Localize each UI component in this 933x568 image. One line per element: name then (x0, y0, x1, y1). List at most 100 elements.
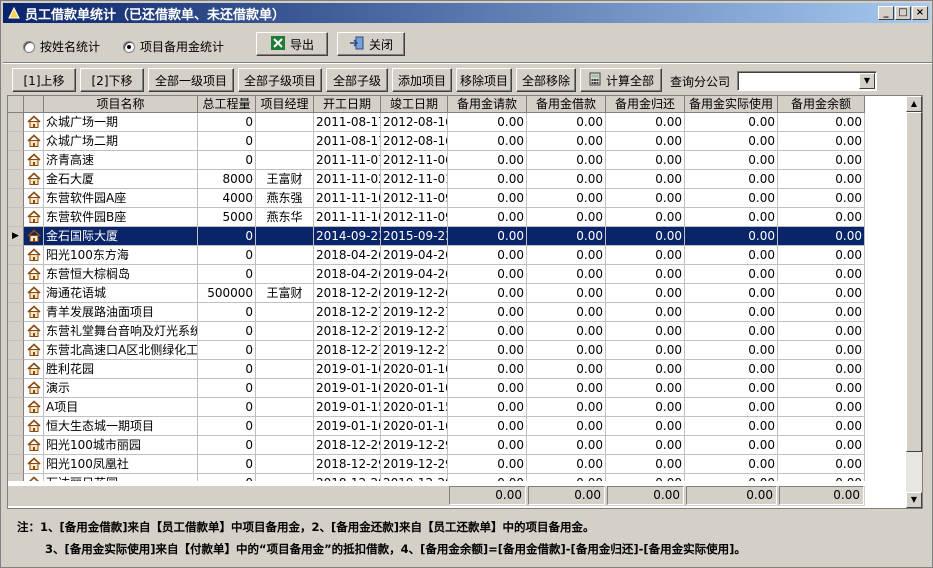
row-indicator[interactable] (8, 265, 24, 284)
all-sub-projects-button[interactable]: 全部子级项目 (238, 68, 322, 92)
move-up-button[interactable]: [1]上移 (12, 68, 76, 92)
table-cell[interactable]: 2012-11-01 (381, 170, 448, 189)
table-cell[interactable]: 0.00 (448, 398, 527, 417)
table-row[interactable]: 众城广场二期 0 2011-08-17 2012-08-16 0.00 0.00 0.00 0… (8, 132, 910, 151)
table-cell[interactable]: 0.00 (778, 360, 865, 379)
table-cell[interactable]: 0 (198, 322, 256, 341)
table-cell[interactable]: 0.00 (448, 341, 527, 360)
table-cell[interactable]: 0.00 (448, 151, 527, 170)
table-cell[interactable]: 0.00 (685, 227, 778, 246)
row-indicator[interactable] (8, 151, 24, 170)
table-cell[interactable]: 0 (198, 113, 256, 132)
table-cell[interactable]: 0.00 (606, 208, 685, 227)
table-cell[interactable]: 2011-08-17 (314, 113, 381, 132)
table-cell[interactable] (256, 417, 314, 436)
table-cell[interactable] (256, 360, 314, 379)
table-cell[interactable]: 0.00 (527, 189, 606, 208)
scroll-thumb[interactable] (906, 112, 922, 452)
table-cell[interactable]: 0.00 (448, 265, 527, 284)
table-row[interactable]: 演示 0 2019-01-10 2020-01-10 0.00 0.00 0.00 0.00 0… (8, 379, 910, 398)
table-cell[interactable]: 0.00 (448, 132, 527, 151)
table-row[interactable]: 东营软件园A座 4000 燕东强 2011-11-10 2012-11-09 0.00 0.… (8, 189, 910, 208)
table-cell[interactable] (256, 474, 314, 481)
row-indicator[interactable] (8, 341, 24, 360)
table-cell[interactable]: 2019-12-29 (381, 455, 448, 474)
row-indicator[interactable] (8, 284, 24, 303)
minimize-button[interactable]: _ (878, 6, 894, 20)
table-cell[interactable]: 2018-12-27 (314, 341, 381, 360)
table-cell[interactable]: 万达丽日花园 (44, 474, 198, 481)
table-cell[interactable]: 2020-01-16 (381, 417, 448, 436)
row-indicator[interactable] (8, 379, 24, 398)
table-cell[interactable]: 0.00 (448, 379, 527, 398)
table-cell[interactable]: 2012-11-06 (381, 151, 448, 170)
table-cell[interactable]: 2019-12-29 (381, 436, 448, 455)
table-row[interactable]: 东营恒大棕榈岛 0 2018-04-26 2019-04-26 0.00 0.00 0.00… (8, 265, 910, 284)
table-cell[interactable]: 0 (198, 455, 256, 474)
table-cell[interactable]: 0.00 (685, 246, 778, 265)
table-row[interactable]: 济青高速 0 2011-11-07 2012-11-06 0.00 0.00 0.00 0.0… (8, 151, 910, 170)
table-cell[interactable]: 0.00 (606, 474, 685, 481)
table-cell[interactable]: 2018-12-29 (314, 474, 381, 481)
table-cell[interactable]: 4000 (198, 189, 256, 208)
row-indicator[interactable] (8, 132, 24, 151)
table-cell[interactable]: 0.00 (448, 322, 527, 341)
table-cell[interactable]: 0.00 (448, 303, 527, 322)
table-cell[interactable]: 0.00 (527, 303, 606, 322)
row-indicator[interactable] (8, 417, 24, 436)
close-window-button[interactable]: × (912, 6, 928, 20)
close-button[interactable]: 关闭 (337, 32, 405, 56)
table-cell[interactable] (256, 151, 314, 170)
table-cell[interactable]: 0.00 (448, 170, 527, 189)
table-cell[interactable]: 2018-12-29 (314, 436, 381, 455)
add-project-button[interactable]: 添加项目 (392, 68, 452, 92)
table-cell[interactable]: 0 (198, 436, 256, 455)
table-row[interactable]: 众城广场一期 0 2011-08-17 2012-08-16 0.00 0.00 0.00 0… (8, 113, 910, 132)
row-indicator[interactable] (8, 303, 24, 322)
column-header[interactable]: 项目经理 (256, 96, 314, 113)
table-cell[interactable]: 0.00 (527, 322, 606, 341)
table-cell[interactable]: 0.00 (685, 170, 778, 189)
table-cell[interactable]: 东营礼堂舞台音响及灯光系统 (44, 322, 198, 341)
table-cell[interactable]: 恒大生态城一期项目 (44, 417, 198, 436)
table-cell[interactable]: 0.00 (778, 208, 865, 227)
table-cell[interactable]: 2019-04-26 (381, 265, 448, 284)
radio-by-name-circle[interactable] (23, 40, 35, 53)
table-cell[interactable]: 0.00 (778, 303, 865, 322)
table-cell[interactable]: 0.00 (778, 189, 865, 208)
table-row[interactable]: ▶ 金石国际大厦 0 2014-09-23 2015-09-23 0.00 0.00 0.00… (8, 227, 910, 246)
table-cell[interactable]: 众城广场二期 (44, 132, 198, 151)
table-cell[interactable]: 0.00 (778, 436, 865, 455)
row-indicator[interactable]: ▶ (8, 227, 24, 246)
table-row[interactable]: 胜利花园 0 2019-01-10 2020-01-10 0.00 0.00 0.00 0.0… (8, 360, 910, 379)
table-cell[interactable] (256, 113, 314, 132)
column-header[interactable]: 备用金余额 (778, 96, 865, 113)
table-cell[interactable]: 阳光100凤凰社 (44, 455, 198, 474)
table-cell[interactable]: 0.00 (527, 246, 606, 265)
table-cell[interactable]: 0.00 (606, 417, 685, 436)
table-cell[interactable]: 0.00 (606, 151, 685, 170)
table-cell[interactable]: 0.00 (778, 455, 865, 474)
table-cell[interactable]: 海通花语城 (44, 284, 198, 303)
project-table[interactable]: 项目名称 总工程量 项目经理 开工日期 竣工日期 备用金请款 备用金借款 备用金归还 备用金实际… (7, 95, 923, 509)
table-cell[interactable]: 2019-12-26 (381, 284, 448, 303)
table-cell[interactable]: 500000 (198, 284, 256, 303)
row-indicator[interactable] (8, 455, 24, 474)
table-cell[interactable]: 0.00 (448, 417, 527, 436)
title-bar[interactable]: 员工借款单统计（已还借款单、未还借款单） _ □ × (3, 3, 930, 23)
table-cell[interactable]: 5000 (198, 208, 256, 227)
table-cell[interactable]: 2014-09-23 (314, 227, 381, 246)
table-cell[interactable]: 0.00 (606, 227, 685, 246)
calc-all-button[interactable]: 计算全部 (580, 68, 662, 92)
radio-by-project-circle[interactable] (123, 40, 135, 53)
radio-by-project[interactable]: 项目备用金统计 (123, 38, 224, 55)
row-indicator[interactable] (8, 436, 24, 455)
row-indicator[interactable] (8, 360, 24, 379)
table-cell[interactable]: 0.00 (527, 360, 606, 379)
table-cell[interactable] (256, 246, 314, 265)
table-cell[interactable]: 0.00 (685, 398, 778, 417)
table-cell[interactable]: 0 (198, 132, 256, 151)
table-cell[interactable]: 0.00 (685, 303, 778, 322)
table-cell[interactable]: 0.00 (685, 322, 778, 341)
table-cell[interactable]: 0.00 (606, 341, 685, 360)
